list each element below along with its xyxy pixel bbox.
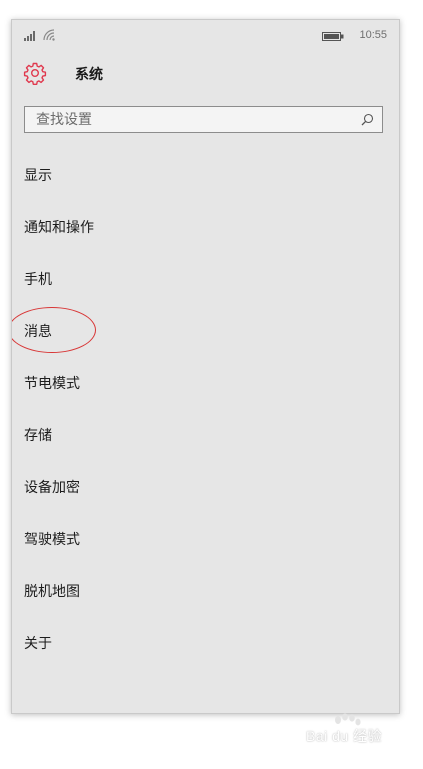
menu-item-display[interactable]: 显示	[12, 150, 399, 202]
menu-item-about[interactable]: 关于	[12, 618, 399, 670]
status-bar: 10:55	[12, 20, 399, 50]
menu-item-notifications-actions[interactable]: 通知和操作	[12, 202, 399, 254]
gear-icon	[23, 62, 47, 85]
menu-item-offline-maps[interactable]: 脱机地图	[12, 566, 399, 618]
menu-item-storage[interactable]: 存储	[12, 410, 399, 462]
menu-item-messaging[interactable]: 消息	[12, 306, 399, 358]
menu-item-phone[interactable]: 手机	[12, 254, 399, 306]
search-icon[interactable]	[361, 113, 374, 126]
page-title: 系统	[75, 67, 103, 83]
watermark-text: Bai du 经验	[306, 728, 383, 744]
menu-item-driving-mode[interactable]: 驾驶模式	[12, 514, 399, 566]
status-time: 10:55	[359, 29, 387, 41]
search-box[interactable]	[24, 106, 383, 133]
battery-icon	[322, 32, 344, 41]
page-header: 系统	[12, 60, 399, 94]
menu-item-device-encryption[interactable]: 设备加密	[12, 462, 399, 514]
search-input[interactable]	[25, 107, 361, 132]
signal-bars-icon	[24, 31, 35, 41]
baidu-jingyan-watermark: Bai du 经验	[304, 713, 396, 751]
phone-screen: 10:55 系统 显示 通知和操作 手机 消息 节电模式 存储 设备加密 驾驶模…	[11, 19, 400, 714]
wifi-icon	[43, 29, 55, 41]
menu-item-battery-saver[interactable]: 节电模式	[12, 358, 399, 410]
settings-menu: 显示 通知和操作 手机 消息 节电模式 存储 设备加密 驾驶模式 脱机地图 关于	[12, 150, 399, 670]
baidu-paw-logo	[335, 713, 361, 726]
